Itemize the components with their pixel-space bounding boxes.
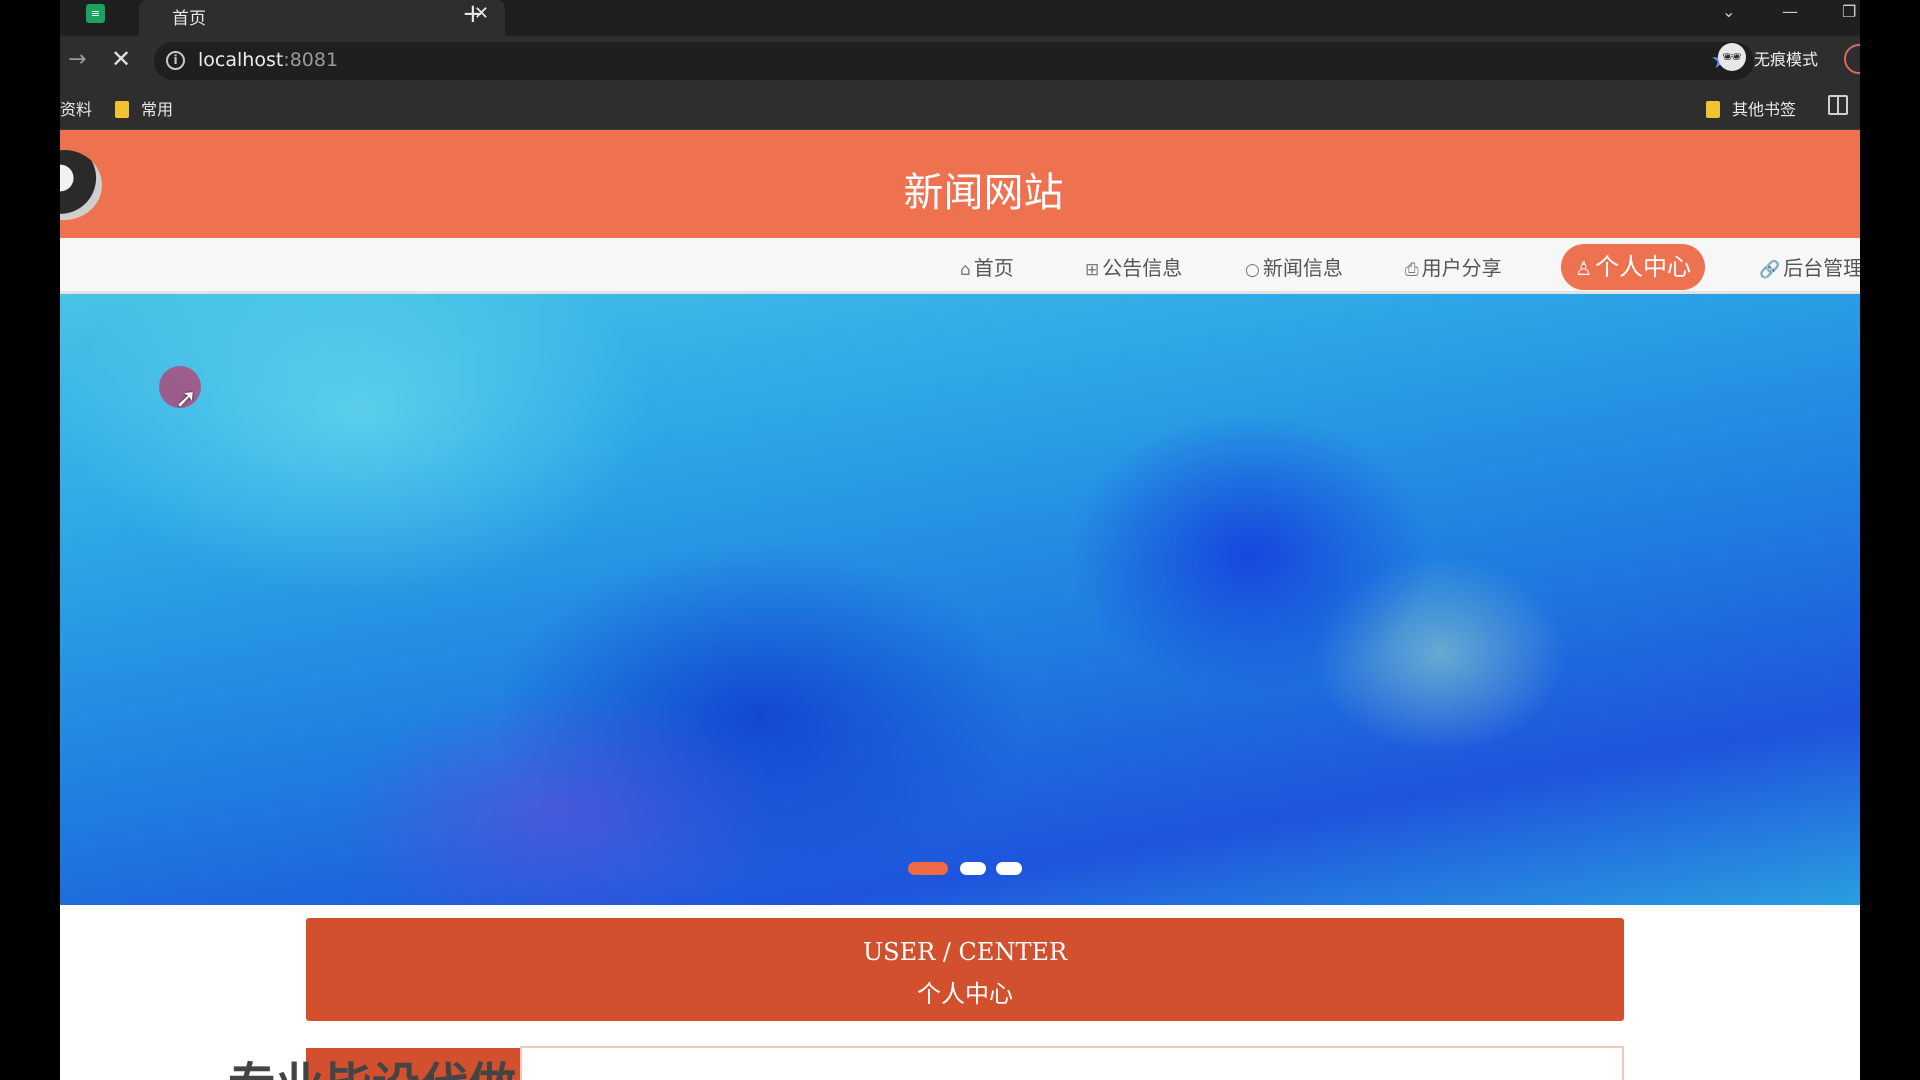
url-port: :8081 [283,49,339,71]
restore-icon[interactable]: ❐ [1842,2,1856,21]
stop-loading-icon[interactable]: ✕ [111,45,131,73]
section-header: USER / CENTER 个人中心 [306,918,1624,1021]
carousel-dot-3[interactable] [996,862,1022,875]
nav-news[interactable]: ○ 新闻信息 [1245,252,1343,281]
url-host: localhost [198,49,284,71]
site-title: 新闻网站 [903,170,1064,216]
home-icon: ⌂ [960,260,971,280]
nav-user-share[interactable]: ⎙ 用户分享 [1405,252,1502,281]
tab-strip: ≡ 首页 ✕ + ⌄ — ❐ [60,0,1860,36]
nav-label: 后台管理 [1783,256,1860,280]
bookmark-folder[interactable]: 常用 [115,96,173,120]
nav-home[interactable]: ⌂ 首页 [960,252,1014,281]
folder-icon [1706,101,1720,118]
address-bar[interactable]: i localhost:8081 ★ [154,42,1754,80]
nav-announcements[interactable]: ⊞ 公告信息 [1085,252,1182,281]
main-navigation: ⌂ 首页 ⊞ 公告信息 ○ 新闻信息 ⎙ 用户分享 ♙ 个人中心 🔗 后台管理 [60,238,1860,294]
nav-label: 公告信息 [1102,256,1183,280]
section-title-cn: 个人中心 [917,980,1013,1008]
user-icon: ♙ [1575,258,1593,280]
browser-tab-active[interactable]: 首页 ✕ [139,0,505,36]
carousel-banner[interactable]: ➚ [60,294,1860,905]
bookmark-folder-label: 常用 [141,100,174,119]
folder-icon [115,101,129,118]
site-info-icon[interactable]: i [166,51,185,70]
tab-title: 首页 [172,9,206,29]
bookmarks-bar: 资料 常用 其他书签 [60,86,1860,130]
bookmark-item[interactable]: 资料 [60,96,92,120]
nav-label: 新闻信息 [1262,256,1343,280]
mouse-pointer-icon: ➚ [175,384,197,414]
tab-search-chevron-icon[interactable]: ⌄ [1722,2,1735,21]
circle-icon: ○ [1245,260,1260,280]
carousel-dot-1[interactable] [908,862,948,875]
site-header: 新闻网站 [60,130,1860,238]
url-text[interactable]: localhost:8081 [198,49,338,71]
link-icon: 🔗 [1759,260,1781,280]
forward-arrow-icon[interactable]: → [68,47,86,72]
section-title-en: USER / CENTER [862,938,1068,966]
nav-admin[interactable]: 🔗 后台管理 [1759,252,1860,281]
nav-label: 首页 [973,256,1014,280]
carousel-dot-2[interactable] [960,862,986,875]
minimize-icon[interactable]: — [1782,2,1798,21]
browser-window: ≡ 首页 ✕ + ⌄ — ❐ → ✕ i localhost:8081 ★ 🕶 … [60,0,1860,1080]
profile-avatar[interactable] [1844,44,1860,74]
nav-label: 用户分享 [1421,256,1502,280]
other-bookmarks-label: 其他书签 [1732,100,1797,119]
watermark-promo-text: 专业毕设代做 [228,1046,516,1080]
toolbar: → ✕ i localhost:8081 ★ 🕶 无痕模式 [60,36,1860,86]
other-bookmarks-folder[interactable]: 其他书签 [1706,96,1796,120]
nav-user-center[interactable]: ♙ 个人中心 [1561,244,1706,290]
incognito-label: 无痕模式 [1754,50,1819,69]
reading-list-icon[interactable] [1828,95,1848,115]
nav-label: 个人中心 [1595,253,1692,281]
incognito-icon: 🕶 [1718,43,1746,71]
content-panel [520,1046,1624,1080]
printer-icon: ⎙ [1405,260,1419,280]
new-tab-button[interactable]: + [462,1,484,27]
sheets-app-icon[interactable]: ≡ [86,4,105,23]
gift-icon: ⊞ [1085,260,1100,280]
